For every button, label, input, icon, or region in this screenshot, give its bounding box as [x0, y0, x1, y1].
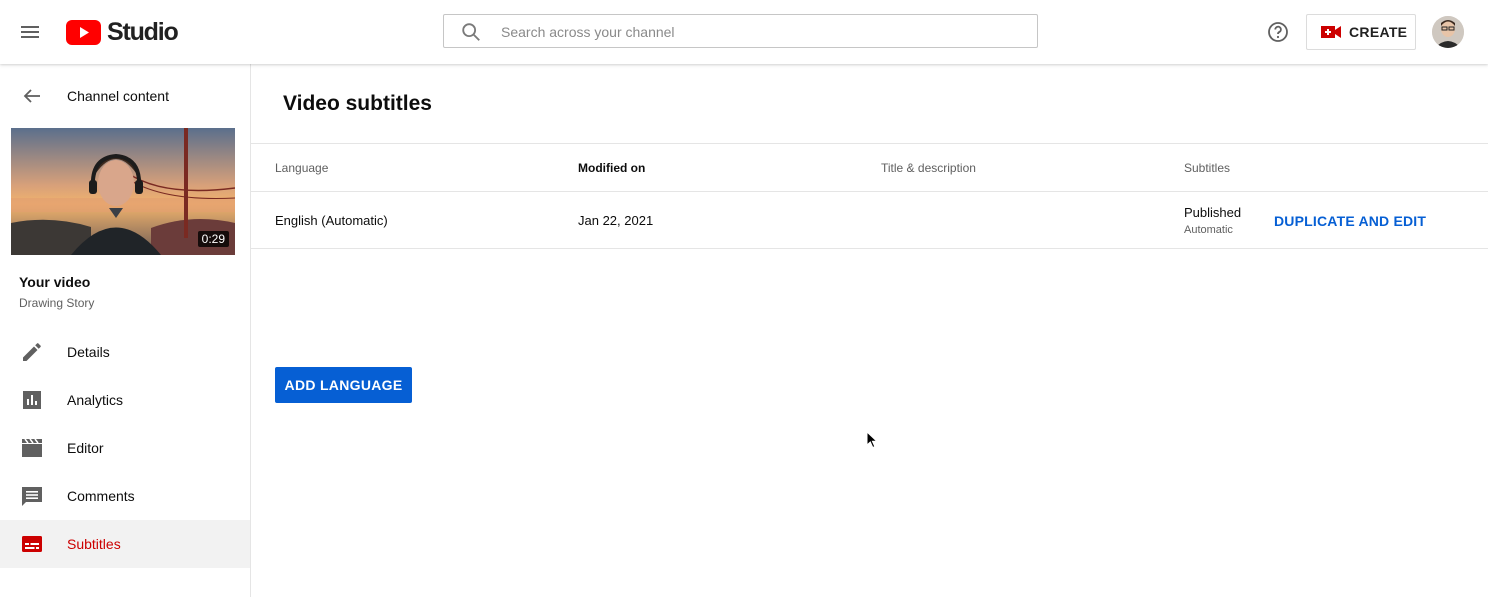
search-box[interactable] — [443, 14, 1038, 49]
subtitles-icon — [22, 536, 42, 552]
column-header-language[interactable]: Language — [275, 161, 328, 175]
video-thumbnail[interactable]: 0:29 — [11, 128, 235, 255]
back-to-channel-content[interactable]: Channel content — [0, 80, 250, 112]
mouse-cursor-icon — [866, 431, 878, 449]
video-channel: Drawing Story — [19, 296, 95, 310]
avatar[interactable] — [1432, 16, 1464, 48]
create-label: CREATE — [1349, 24, 1408, 40]
search-input[interactable] — [499, 15, 1023, 49]
back-label: Channel content — [67, 88, 169, 104]
arrow-back-icon — [23, 89, 40, 103]
youtube-play-icon — [66, 19, 101, 45]
sidebar-item-label: Subtitles — [67, 536, 121, 552]
studio-logo[interactable]: Studio — [66, 17, 179, 46]
sidebar-item-label: Editor — [67, 440, 104, 456]
sidebar-item-editor[interactable]: Editor — [0, 424, 250, 472]
clapperboard-icon — [22, 438, 42, 457]
sidebar-item-subtitles[interactable]: Subtitles — [0, 520, 250, 568]
row-language: English (Automatic) — [275, 213, 388, 228]
pencil-icon — [23, 343, 41, 361]
comment-icon — [22, 487, 42, 506]
top-bar: Studio CREATE — [0, 0, 1488, 64]
main-content: Video subtitles Language Modified on Tit… — [251, 64, 1488, 597]
search-icon — [462, 23, 480, 41]
add-language-button[interactable]: ADD LANGUAGE — [275, 367, 412, 403]
sidebar-item-label: Comments — [67, 488, 135, 504]
help-icon[interactable] — [1266, 20, 1290, 44]
sidebar-item-label: Analytics — [67, 392, 124, 408]
column-header-modified-on[interactable]: Modified on — [578, 161, 645, 175]
divider — [251, 143, 1488, 144]
video-duration: 0:29 — [197, 231, 229, 247]
subtitles-status-sub: Automatic — [1184, 224, 1233, 236]
create-button[interactable]: CREATE — [1306, 14, 1416, 50]
menu-icon[interactable] — [20, 21, 42, 43]
logo-text: Studio — [107, 17, 179, 46]
page-title: Video subtitles — [283, 92, 432, 115]
column-header-title-description: Title & description — [881, 161, 976, 175]
sidebar-item-label: Details — [67, 344, 110, 360]
subtitles-status: Published — [1184, 205, 1242, 220]
table-row: English (Automatic) Jan 22, 2021 Publish… — [251, 192, 1488, 248]
video-title: Your video — [19, 274, 91, 290]
video-camera-icon — [1321, 26, 1341, 38]
sidebar-item-analytics[interactable]: Analytics — [0, 376, 250, 424]
row-modified-on: Jan 22, 2021 — [578, 213, 654, 228]
duplicate-and-edit-button[interactable]: DUPLICATE AND EDIT — [1274, 213, 1426, 229]
column-header-subtitles: Subtitles — [1184, 161, 1231, 175]
divider — [251, 248, 1488, 249]
analytics-icon — [23, 391, 41, 409]
sidebar: Channel content 0:29 Your video Drawing … — [0, 64, 251, 597]
sidebar-item-details[interactable]: Details — [0, 328, 250, 376]
sidebar-item-comments[interactable]: Comments — [0, 472, 250, 520]
